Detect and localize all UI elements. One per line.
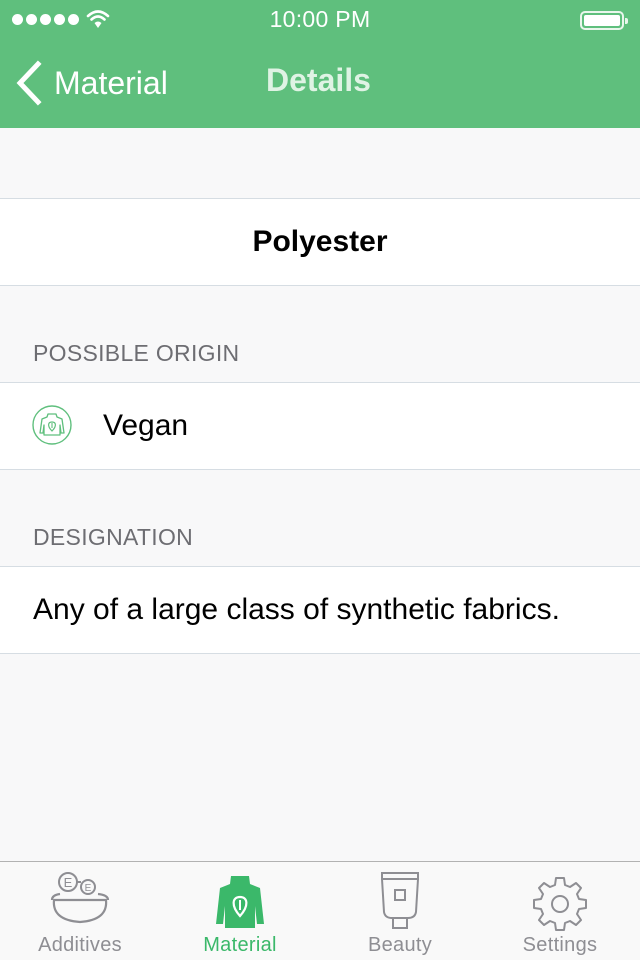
designation-value: Any of a large class of synthetic fabric… [33, 593, 560, 626]
material-name: Polyester [252, 225, 388, 258]
svg-text:E: E [85, 883, 92, 894]
back-button[interactable]: Material [14, 58, 168, 108]
status-time: 10:00 PM [269, 6, 371, 32]
tab-label: Additives [38, 934, 122, 956]
svg-text:E: E [64, 875, 73, 890]
tab-material[interactable]: Material [160, 862, 320, 960]
origin-value: Vegan [103, 409, 189, 442]
vegan-jacket-icon [32, 405, 72, 445]
designation-row: Any of a large class of synthetic fabric… [0, 566, 640, 654]
material-name-cell: Polyester [0, 198, 640, 286]
possible-origin-header: POSSIBLE ORIGIN [33, 340, 240, 366]
origin-row: Vegan [0, 382, 640, 470]
tab-label: Beauty [367, 934, 433, 956]
tab-label: Material [203, 934, 277, 956]
back-button-label: Material [54, 64, 168, 101]
tab-bar: E E Additives Material Beauty Settings [0, 861, 640, 960]
material-jacket-icon [216, 876, 264, 928]
additives-bowl-icon: E E [50, 872, 110, 924]
chevron-left-icon [16, 60, 42, 106]
beauty-tube-icon [381, 872, 419, 929]
tab-label: Settings [522, 934, 598, 956]
navigation-header: 10:00 PM Material Details [0, 0, 640, 128]
tab-additives[interactable]: E E Additives [0, 862, 160, 960]
page-title: Details [266, 62, 371, 98]
tab-beauty[interactable]: Beauty [320, 862, 480, 960]
tab-settings[interactable]: Settings [480, 862, 640, 960]
gear-icon [533, 877, 587, 931]
battery-full-icon [580, 11, 628, 30]
status-bar: 10:00 PM [0, 0, 640, 40]
designation-header: DESIGNATION [33, 524, 194, 550]
